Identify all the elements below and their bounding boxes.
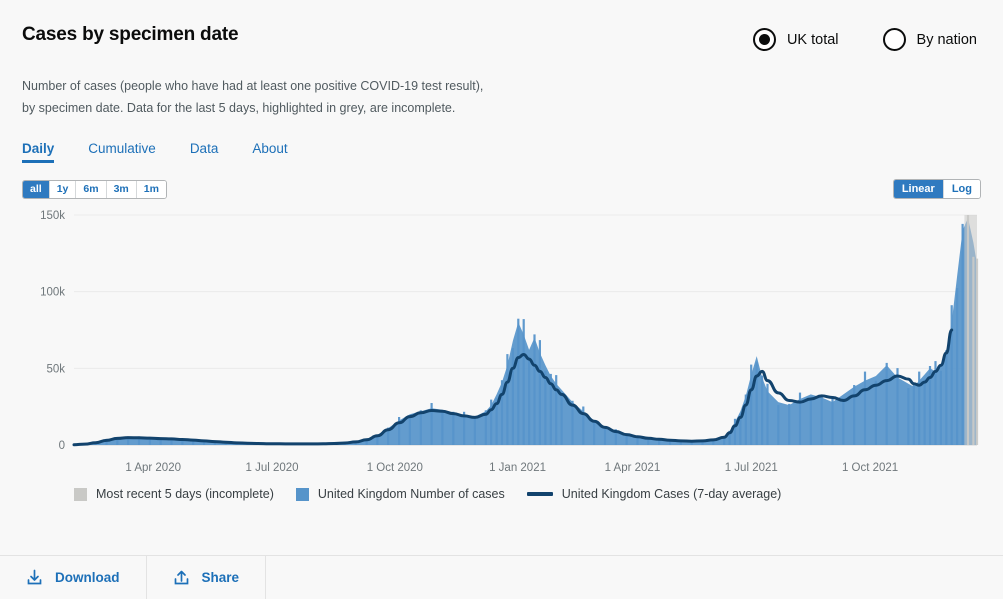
scale-log-button[interactable]: Log xyxy=(943,180,980,198)
tab-daily[interactable]: Daily xyxy=(22,141,55,163)
download-button[interactable]: Download xyxy=(0,556,147,599)
legend-item-cases: United Kingdom Number of cases xyxy=(295,487,505,501)
range-1m-button[interactable]: 1m xyxy=(136,180,166,198)
radio-selected-icon xyxy=(752,28,776,51)
card-footer: Download Share xyxy=(0,555,1003,599)
svg-text:1 Apr 2020: 1 Apr 2020 xyxy=(125,462,181,473)
radio-by-nation[interactable]: By nation xyxy=(882,28,977,51)
chart-area: 0 50k 100k 150k 1 Apr 2020 1 Jul 2020 1 Oct 20… xyxy=(22,205,981,473)
range-6m-button[interactable]: 6m xyxy=(76,180,107,198)
radio-unselected-icon xyxy=(882,28,906,51)
svg-text:0: 0 xyxy=(59,440,65,452)
legend-item-incomplete: Most recent 5 days (incomplete) xyxy=(74,487,274,501)
header-row: Cases by specimen date UK total By natio… xyxy=(22,24,981,51)
share-label: Share xyxy=(201,570,240,585)
radio-uk-total-label: UK total xyxy=(786,31,839,48)
share-icon xyxy=(173,569,190,586)
tab-data[interactable]: Data xyxy=(190,141,219,163)
download-label: Download xyxy=(55,570,120,585)
svg-text:1 Jan 2021: 1 Jan 2021 xyxy=(489,462,546,473)
scope-radio-group: UK total By nation xyxy=(752,28,981,51)
share-button[interactable]: Share xyxy=(147,556,267,599)
scale-selector: Linear Log xyxy=(892,179,981,199)
tab-bar: Daily Cumulative Data About xyxy=(22,141,981,163)
svg-text:150k: 150k xyxy=(40,210,65,222)
svg-text:1 Jul 2020: 1 Jul 2020 xyxy=(245,462,298,473)
range-3m-button[interactable]: 3m xyxy=(106,180,137,198)
download-icon xyxy=(26,569,43,586)
chart-description: Number of cases (people who have had at … xyxy=(22,79,484,115)
chart-legend: Most recent 5 days (incomplete) United K… xyxy=(22,487,981,501)
svg-text:100k: 100k xyxy=(40,287,65,299)
radio-by-nation-label: By nation xyxy=(916,31,977,48)
time-range-selector: all 1y 6m 3m 1m xyxy=(22,179,167,199)
legend-swatch-incomplete xyxy=(74,487,87,501)
range-1y-button[interactable]: 1y xyxy=(49,180,77,198)
controls-row: all 1y 6m 3m 1m Linear Log xyxy=(22,179,981,199)
card-body: Cases by specimen date UK total By natio… xyxy=(0,0,1003,555)
page-title: Cases by specimen date xyxy=(22,24,239,45)
svg-text:1 Jul 2021: 1 Jul 2021 xyxy=(725,462,778,473)
tab-about[interactable]: About xyxy=(252,141,287,163)
legend-label-average: United Kingdom Cases (7-day average) xyxy=(561,487,782,501)
radio-uk-total[interactable]: UK total xyxy=(752,28,839,51)
svg-text:1 Oct 2021: 1 Oct 2021 xyxy=(842,462,898,473)
cases-by-specimen-date-card: Cases by specimen date UK total By natio… xyxy=(0,0,1003,599)
range-all-button[interactable]: all xyxy=(23,180,50,198)
svg-text:1 Oct 2020: 1 Oct 2020 xyxy=(367,462,423,473)
cases-chart[interactable]: 0 50k 100k 150k 1 Apr 2020 1 Jul 2020 1 Oct 20… xyxy=(22,205,981,473)
svg-text:1 Apr 2021: 1 Apr 2021 xyxy=(605,462,661,473)
legend-label-cases: United Kingdom Number of cases xyxy=(317,487,505,501)
tab-cumulative[interactable]: Cumulative xyxy=(88,141,156,163)
legend-swatch-cases xyxy=(295,487,309,501)
legend-line-average xyxy=(526,492,553,496)
legend-label-incomplete: Most recent 5 days (incomplete) xyxy=(96,487,274,501)
legend-item-average: United Kingdom Cases (7-day average) xyxy=(526,487,782,501)
scale-linear-button[interactable]: Linear xyxy=(893,180,944,198)
svg-text:50k: 50k xyxy=(46,363,65,375)
